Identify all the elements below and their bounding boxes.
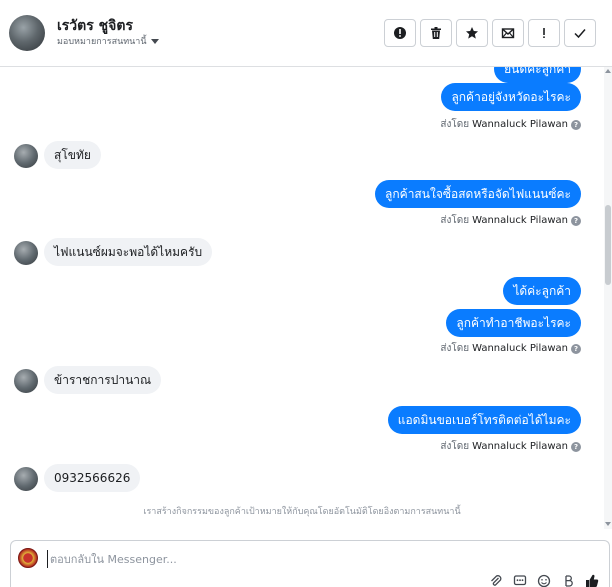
sender-name[interactable]: Wannaluck Pilawan [472, 441, 568, 452]
paperclip-icon [491, 575, 502, 586]
envelope-icon [501, 28, 515, 39]
question-icon[interactable]: ? [571, 119, 581, 130]
chat-dots-icon [513, 575, 527, 586]
sent-by-prefix: ส่งโดย [440, 343, 470, 354]
trash-icon [431, 27, 441, 39]
conversation-header: เรวัตร ชูจิตร มอบหมายการสนทนานี้ [0, 0, 612, 67]
outgoing-message[interactable]: ได้ค่ะลูกค้า [503, 277, 581, 305]
sent-by-label: ส่งโดย Wannaluck Pilawan ? [440, 117, 581, 132]
mark-done-button[interactable] [564, 19, 596, 47]
sent-by-label: ส่งโดย Wannaluck Pilawan ? [440, 439, 581, 454]
assign-label: มอบหมายการสนทนานี้ [57, 37, 147, 47]
reply-input[interactable] [47, 550, 347, 568]
incoming-message[interactable]: ไฟแนนซ์ผมจะพอได้ไหมครับ [44, 238, 213, 266]
incoming-message[interactable]: สุโขทัย [44, 141, 101, 169]
delete-button[interactable] [420, 19, 452, 47]
outgoing-message[interactable]: ลูกค้าอยู่จังหวัดอะไรคะ [441, 83, 581, 111]
mark-spam-button[interactable] [528, 19, 560, 47]
smiley-icon [537, 574, 551, 587]
outgoing-message[interactable]: ลูกค้าสนใจซื้อสดหรือจัดไฟแนนซ์คะ [375, 180, 581, 208]
sent-by-prefix: ส่งโดย [440, 119, 470, 130]
star-icon [466, 27, 478, 39]
attach-button[interactable] [489, 574, 503, 587]
scroll-down-arrow-icon[interactable] [605, 522, 611, 526]
payment-button[interactable] [561, 574, 575, 587]
customer-avatar[interactable] [9, 15, 45, 51]
incoming-message[interactable]: ข้าราชการปานาณ [44, 366, 162, 394]
question-icon[interactable]: ? [571, 441, 581, 452]
reply-composer [10, 540, 610, 587]
exclamation-icon [543, 28, 545, 38]
header-actions [384, 19, 596, 47]
caret-down-icon [150, 38, 159, 44]
incoming-message[interactable]: 0932566626 [44, 464, 141, 492]
check-icon [574, 29, 586, 39]
customer-avatar-small [14, 369, 38, 393]
saved-replies-button[interactable] [513, 574, 527, 587]
assign-dropdown[interactable]: มอบหมายการสนทนานี้ [57, 34, 159, 48]
activity-notice: เราสร้างกิจกรรมของลูกค้าเป้าหมายให้กับคุ… [143, 507, 461, 517]
question-icon[interactable]: ? [571, 215, 581, 226]
customer-avatar-small [14, 241, 38, 265]
sender-name[interactable]: Wannaluck Pilawan [472, 119, 568, 130]
outgoing-message[interactable]: แอดมินขอเบอร์โทรติดต่อได้ไมคะ [387, 406, 581, 434]
sent-by-label: ส่งโดย Wannaluck Pilawan ? [440, 341, 581, 356]
sender-name[interactable]: Wannaluck Pilawan [472, 343, 568, 354]
message-thread[interactable]: ยินดีค่ะลูกค้า ลูกค้าอยู่จังหวัดอะไรคะ ส… [0, 67, 612, 529]
customer-avatar-small [14, 144, 38, 168]
sent-by-prefix: ส่งโดย [440, 441, 470, 452]
star-button[interactable] [456, 19, 488, 47]
currency-icon [565, 575, 573, 587]
scroll-up-arrow-icon[interactable] [605, 69, 611, 73]
mark-important-button[interactable] [384, 19, 416, 47]
emoji-button[interactable] [537, 574, 551, 587]
sent-by-prefix: ส่งโดย [440, 215, 470, 226]
customer-avatar-small [14, 467, 38, 491]
thread-scrollbar[interactable] [604, 67, 612, 529]
scrollbar-thumb[interactable] [605, 205, 611, 285]
sender-name[interactable]: Wannaluck Pilawan [472, 215, 568, 226]
like-button[interactable] [585, 574, 599, 587]
outgoing-message[interactable]: ยินดีค่ะลูกค้า [494, 67, 581, 83]
alert-circle-icon [394, 27, 406, 39]
composer-tools [489, 574, 599, 587]
mark-unread-button[interactable] [492, 19, 524, 47]
sent-by-label: ส่งโดย Wannaluck Pilawan ? [440, 213, 581, 228]
question-icon[interactable]: ? [571, 343, 581, 354]
page-avatar[interactable] [18, 548, 38, 568]
outgoing-message[interactable]: ลูกค้าทำอาชีพอะไรคะ [446, 309, 581, 337]
thumbs-up-icon [586, 574, 599, 587]
